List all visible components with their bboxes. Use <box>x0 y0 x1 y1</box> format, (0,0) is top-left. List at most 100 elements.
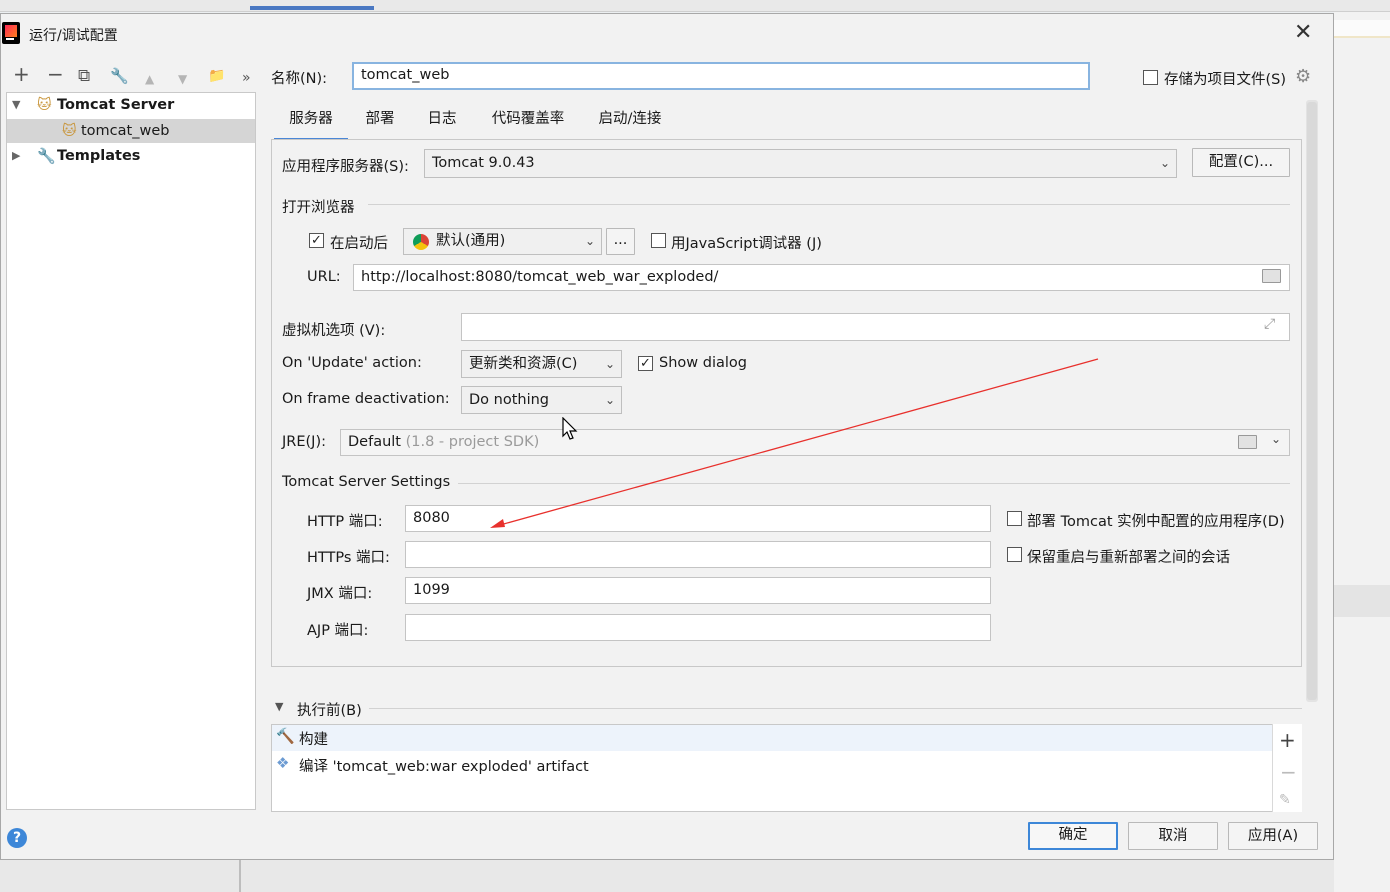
before-launch-list: 🔨 构建 ❖ 编译 'tomcat_web:war exploded' arti… <box>271 724 1302 812</box>
https-port-input[interactable] <box>405 541 991 568</box>
move-up-icon[interactable]: ▲ <box>145 69 154 89</box>
tomcat-icon: 🐱 <box>62 123 77 139</box>
deploy-configured-apps-checkbox[interactable] <box>1007 511 1022 526</box>
http-port-label: HTTP 端口: <box>307 514 383 530</box>
chevron-down-icon[interactable]: ▼ <box>12 93 20 117</box>
app-server-value: Tomcat 9.0.43 <box>432 155 535 171</box>
show-dialog-checkbox[interactable]: ✓ <box>638 356 653 371</box>
http-port-input[interactable]: 8080 <box>405 505 991 532</box>
jre-select[interactable]: Default (1.8 - project SDK) <box>340 429 1290 456</box>
jre-label: JRE(J): <box>282 434 326 450</box>
deploy-configured-apps-label: 部署 Tomcat 实例中配置的应用程序(D) <box>1027 514 1285 530</box>
tree-item-tomcat-server[interactable]: ▼ 🐱 Tomcat Server <box>7 93 255 117</box>
list-item[interactable]: 🔨 构建 <box>272 725 1272 751</box>
intellij-logo-icon <box>2 22 20 44</box>
gear-icon[interactable]: ⚙ <box>1295 66 1311 87</box>
jmx-port-input[interactable]: 1099 <box>405 577 991 604</box>
background-divider <box>239 860 241 892</box>
folder-open-icon[interactable] <box>1238 435 1257 449</box>
browser-value: 默认(通用) <box>436 233 506 249</box>
tree-item-label: tomcat_web <box>81 123 170 139</box>
vm-options-input[interactable] <box>461 313 1290 341</box>
mouse-cursor-icon <box>562 417 578 440</box>
before-launch-item-label: 编译 'tomcat_web:war exploded' artifact <box>299 759 589 775</box>
background-window-bottom <box>0 860 1334 892</box>
folder-open-icon[interactable] <box>1262 269 1281 283</box>
tab-server[interactable]: 服务器 <box>274 103 348 141</box>
tree-item-templates[interactable]: ▶ 🔧 Templates <box>7 144 255 168</box>
remove-icon[interactable]: − <box>1280 760 1297 784</box>
chevron-down-icon: ⌄ <box>604 393 615 407</box>
dialog-title: 运行/调试配置 <box>29 28 118 44</box>
tree-item-tomcat-web[interactable]: 🐱 tomcat_web <box>7 119 255 143</box>
chevron-down-icon: ⌄ <box>1159 156 1170 170</box>
configure-button[interactable]: 配置(C)... <box>1192 148 1290 177</box>
hammer-icon: 🔨 <box>276 727 295 745</box>
add-icon[interactable]: + <box>1279 728 1296 752</box>
preserve-sessions-checkbox[interactable] <box>1007 547 1022 562</box>
https-port-label: HTTPs 端口: <box>307 550 390 566</box>
ajp-port-label: AJP 端口: <box>307 623 369 639</box>
tab-startup-connection[interactable]: 启动/连接 <box>590 103 670 141</box>
tab-deployment[interactable]: 部署 <box>358 103 402 141</box>
update-action-label: On 'Update' action: <box>282 355 422 371</box>
more-icon[interactable]: » <box>242 68 251 88</box>
background-window-right <box>1334 12 1390 892</box>
name-input[interactable]: tomcat_web <box>352 62 1090 90</box>
name-label: 名称(N): <box>271 71 328 87</box>
url-label: URL: <box>307 269 341 285</box>
after-launch-label: 在启动后 <box>330 236 388 252</box>
wrench-icon[interactable]: 🔧 <box>110 66 129 86</box>
copy-icon[interactable]: ⧉ <box>78 66 90 86</box>
update-action-value: 更新类和资源(C) <box>469 356 578 372</box>
tomcat-icon: 🐱 <box>37 97 52 113</box>
apply-button[interactable]: 应用(A) <box>1228 822 1318 850</box>
add-icon[interactable]: + <box>13 64 30 84</box>
cancel-button[interactable]: 取消 <box>1128 822 1218 850</box>
ok-button[interactable]: 确定 <box>1028 822 1118 850</box>
app-server-label: 应用程序服务器(S): <box>282 159 409 175</box>
collapse-icon[interactable]: ▼ <box>275 700 283 713</box>
ajp-port-input[interactable] <box>405 614 991 641</box>
background-active-tab <box>250 6 374 10</box>
frame-deactivation-value: Do nothing <box>469 392 550 408</box>
store-as-project-file-label: 存储为项目文件(S) <box>1164 72 1287 88</box>
frame-deactivation-label: On frame deactivation: <box>282 391 450 407</box>
frame-deactivation-select[interactable]: Do nothing ⌄ <box>461 386 622 414</box>
list-item[interactable]: ❖ 编译 'tomcat_web:war exploded' artifact <box>272 752 1272 778</box>
update-action-select[interactable]: 更新类和资源(C) ⌄ <box>461 350 622 378</box>
browser-select[interactable]: 默认(通用) ⌄ <box>403 228 602 255</box>
after-launch-checkbox[interactable]: ✓ <box>309 233 324 248</box>
vm-options-label: 虚拟机选项 (V): <box>282 323 386 339</box>
tree-item-label: Templates <box>57 148 141 164</box>
section-divider <box>368 204 1290 205</box>
app-server-select[interactable]: Tomcat 9.0.43 ⌄ <box>424 149 1177 178</box>
help-icon[interactable]: ? <box>7 828 27 848</box>
js-debugger-label: 用JavaScript调试器 (J) <box>671 236 822 252</box>
tab-logs[interactable]: 日志 <box>420 103 464 141</box>
close-icon[interactable]: ✕ <box>1294 22 1312 44</box>
show-dialog-label: Show dialog <box>659 355 747 371</box>
before-launch-title: 执行前(B) <box>297 703 362 719</box>
background-window-top <box>0 0 1390 12</box>
before-launch-item-label: 构建 <box>299 732 328 748</box>
remove-icon[interactable]: − <box>47 64 64 84</box>
browser-options-button[interactable]: ... <box>606 228 635 255</box>
move-down-icon[interactable]: ▼ <box>178 69 187 89</box>
expand-icon[interactable]: ⤢ <box>1264 316 1275 332</box>
pencil-icon[interactable]: ✎ <box>1279 792 1291 808</box>
scrollbar-thumb[interactable] <box>1307 102 1317 700</box>
chrome-icon <box>413 234 429 250</box>
js-debugger-checkbox[interactable] <box>651 233 666 248</box>
folder-icon[interactable]: 📁 <box>208 66 225 86</box>
configuration-tree: ▼ 🐱 Tomcat Server 🐱 tomcat_web ▶ 🔧 Templ… <box>6 92 256 810</box>
jmx-port-label: JMX 端口: <box>307 586 373 602</box>
tab-code-coverage[interactable]: 代码覆盖率 <box>482 103 574 141</box>
chevron-down-icon[interactable]: ⌄ <box>1271 432 1281 446</box>
store-as-project-file-checkbox[interactable] <box>1143 70 1158 85</box>
chevron-right-icon[interactable]: ▶ <box>12 144 20 168</box>
jre-value: Default <box>348 434 401 450</box>
tab-bar: 服务器 部署 日志 代码覆盖率 启动/连接 <box>272 103 1302 141</box>
preserve-sessions-label: 保留重启与重新部署之间的会话 <box>1027 550 1230 566</box>
url-input[interactable]: http://localhost:8080/tomcat_web_war_exp… <box>353 264 1290 291</box>
